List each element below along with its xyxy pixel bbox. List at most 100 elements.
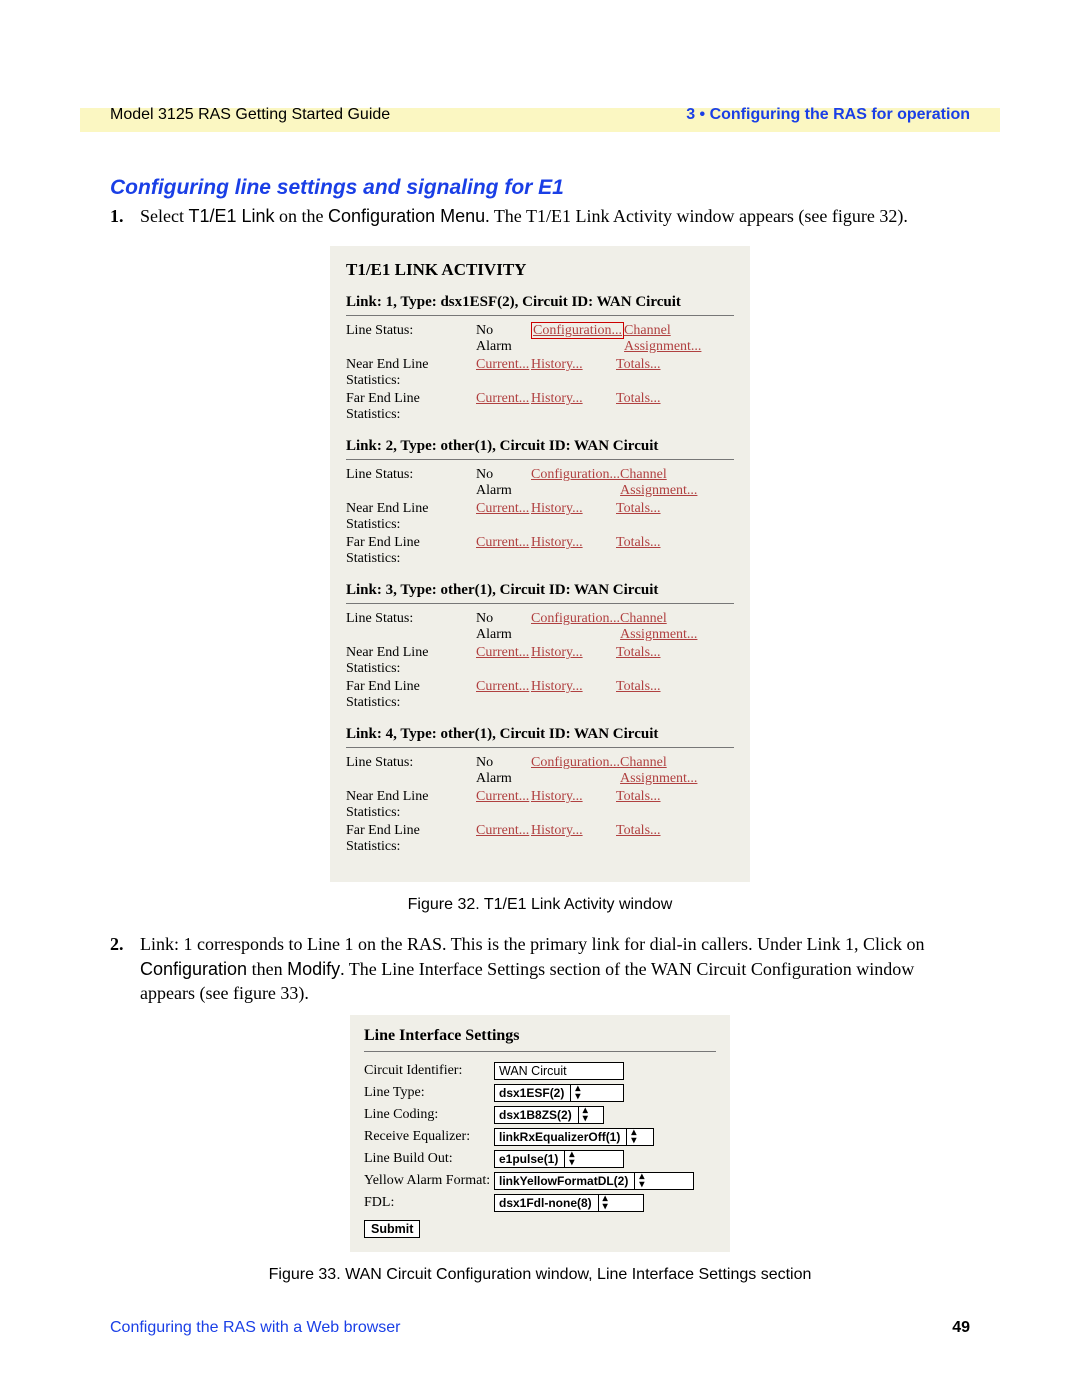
body-text: 1. Select T1/E1 Link on the Configuratio… — [110, 204, 970, 228]
link-block-heading: Link: 4, Type: other(1), Circuit ID: WAN… — [346, 726, 734, 748]
current-link[interactable]: Current... — [476, 679, 529, 694]
figure-32-wrap: T1/E1 LINK ACTIVITY Link: 1, Type: dsx1E… — [110, 246, 970, 882]
current-link[interactable]: Current... — [476, 645, 529, 660]
document-page: Model 3125 RAS Getting Started Guide 3 •… — [0, 0, 1080, 1397]
line-status-row: Line Status:No AlarmConfiguration...Chan… — [346, 610, 734, 644]
row-label: Near End Line Statistics: — [346, 789, 476, 821]
row-label: Near End Line Statistics: — [346, 645, 476, 677]
receive-equalizer-select[interactable]: linkRxEqualizerOff(1) ▴▾ — [494, 1128, 654, 1146]
history-link[interactable]: History... — [531, 789, 583, 804]
totals-link[interactable]: Totals... — [616, 789, 661, 804]
field-line-type: Line Type: dsx1ESF(2) ▴▾ — [364, 1082, 716, 1104]
history-link[interactable]: History... — [531, 645, 583, 660]
line-status-value: No Alarm — [476, 323, 531, 355]
current-link[interactable]: Current... — [476, 357, 529, 372]
line-status-row: Line Status:No AlarmConfiguration...Chan… — [346, 466, 734, 500]
totals-link[interactable]: Totals... — [616, 679, 661, 694]
link-block-heading: Link: 1, Type: dsx1ESF(2), Circuit ID: W… — [346, 294, 734, 316]
menu-ref: Configuration Menu — [328, 206, 485, 226]
configuration-link[interactable]: Configuration... — [531, 611, 620, 626]
field-receive-equalizer: Receive Equalizer: linkRxEqualizerOff(1)… — [364, 1126, 716, 1148]
channel-assignment-link[interactable]: Channel Assignment... — [620, 467, 697, 498]
current-link[interactable]: Current... — [476, 823, 529, 838]
totals-link[interactable]: Totals... — [616, 501, 661, 516]
current-link[interactable]: Current... — [476, 501, 529, 516]
page-footer: Configuring the RAS with a Web browser 4… — [110, 1319, 970, 1337]
select-arrows-icon: ▴▾ — [570, 1085, 580, 1101]
field-yellow-alarm-format: Yellow Alarm Format: linkYellowFormatDL(… — [364, 1170, 716, 1192]
line-status-row: Line Status:No AlarmConfiguration...Chan… — [346, 754, 734, 788]
link-block-4: Link: 4, Type: other(1), Circuit ID: WAN… — [346, 726, 734, 856]
configuration-link[interactable]: Configuration... — [531, 322, 624, 339]
fdl-select[interactable]: dsx1Fdl-none(8) ▴▾ — [494, 1194, 644, 1212]
totals-link[interactable]: Totals... — [616, 535, 661, 550]
row-label: Far End Line Statistics: — [346, 535, 476, 567]
row-label: Line Status: — [346, 755, 476, 771]
line-interface-settings-panel: Line Interface Settings Circuit Identifi… — [350, 1015, 730, 1252]
field-fdl: FDL: dsx1Fdl-none(8) ▴▾ — [364, 1192, 716, 1214]
field-circuit-identifier: Circuit Identifier: — [364, 1060, 716, 1082]
current-link[interactable]: Current... — [476, 535, 529, 550]
link-block-1: Link: 1, Type: dsx1ESF(2), Circuit ID: W… — [346, 294, 734, 424]
channel-assignment-link[interactable]: Channel Assignment... — [624, 323, 701, 354]
footer-section: Configuring the RAS with a Web browser — [110, 1319, 401, 1337]
circuit-identifier-input[interactable] — [494, 1062, 624, 1080]
totals-link[interactable]: Totals... — [616, 391, 661, 406]
link-block-2: Link: 2, Type: other(1), Circuit ID: WAN… — [346, 438, 734, 568]
configuration-link[interactable]: Configuration... — [531, 467, 620, 482]
far-end-stats-row: Far End Line Statistics:Current...Histor… — [346, 822, 734, 856]
row-label: Line Status: — [346, 323, 476, 339]
line-status-row: Line Status:No AlarmConfiguration...Chan… — [346, 322, 734, 356]
near-end-stats-row: Near End Line Statistics:Current...Histo… — [346, 644, 734, 678]
figure-32-caption: Figure 32. T1/E1 Link Activity window — [110, 896, 970, 914]
panel-title: Line Interface Settings — [364, 1027, 716, 1052]
link-block-heading: Link: 3, Type: other(1), Circuit ID: WAN… — [346, 582, 734, 604]
body-text: 2. Link: 1 corresponds to Line 1 on the … — [110, 932, 970, 1005]
select-arrows-icon: ▴▾ — [598, 1195, 608, 1211]
section-heading: Configuring line settings and signaling … — [110, 176, 970, 200]
ui-ref: Configuration — [140, 959, 247, 979]
line-status-value: No Alarm — [476, 611, 531, 643]
field-label: Circuit Identifier: — [364, 1063, 494, 1079]
line-build-out-select[interactable]: e1pulse(1) ▴▾ — [494, 1150, 624, 1168]
step-text: Link: 1 corresponds to Line 1 on the RAS… — [140, 932, 970, 1005]
history-link[interactable]: History... — [531, 357, 583, 372]
submit-button[interactable]: Submit — [364, 1220, 420, 1238]
configuration-link[interactable]: Configuration... — [531, 755, 620, 770]
header-doc-title: Model 3125 RAS Getting Started Guide — [110, 106, 390, 124]
far-end-stats-row: Far End Line Statistics:Current...Histor… — [346, 678, 734, 712]
field-line-coding: Line Coding: dsx1B8ZS(2) ▴▾ — [364, 1104, 716, 1126]
far-end-stats-row: Far End Line Statistics:Current...Histor… — [346, 390, 734, 424]
channel-assignment-link[interactable]: Channel Assignment... — [620, 755, 697, 786]
history-link[interactable]: History... — [531, 679, 583, 694]
history-link[interactable]: History... — [531, 823, 583, 838]
field-label: FDL: — [364, 1195, 494, 1211]
step-1: 1. Select T1/E1 Link on the Configuratio… — [110, 204, 970, 228]
current-link[interactable]: Current... — [476, 789, 529, 804]
far-end-stats-row: Far End Line Statistics:Current...Histor… — [346, 534, 734, 568]
totals-link[interactable]: Totals... — [616, 357, 661, 372]
field-line-build-out: Line Build Out: e1pulse(1) ▴▾ — [364, 1148, 716, 1170]
line-status-value: No Alarm — [476, 467, 531, 499]
row-label: Far End Line Statistics: — [346, 823, 476, 855]
select-arrows-icon: ▴▾ — [578, 1107, 588, 1123]
history-link[interactable]: History... — [531, 391, 583, 406]
history-link[interactable]: History... — [531, 501, 583, 516]
figure-33-wrap: Line Interface Settings Circuit Identifi… — [110, 1015, 970, 1252]
link-block-3: Link: 3, Type: other(1), Circuit ID: WAN… — [346, 582, 734, 712]
current-link[interactable]: Current... — [476, 391, 529, 406]
step-number: 2. — [110, 932, 140, 1005]
step-text: Select T1/E1 Link on the Configuration M… — [140, 204, 970, 228]
near-end-stats-row: Near End Line Statistics:Current...Histo… — [346, 500, 734, 534]
ui-ref: Modify — [287, 959, 340, 979]
near-end-stats-row: Near End Line Statistics:Current...Histo… — [346, 788, 734, 822]
line-type-select[interactable]: dsx1ESF(2) ▴▾ — [494, 1084, 624, 1102]
line-coding-select[interactable]: dsx1B8ZS(2) ▴▾ — [494, 1106, 604, 1124]
row-label: Near End Line Statistics: — [346, 357, 476, 389]
channel-assignment-link[interactable]: Channel Assignment... — [620, 611, 697, 642]
totals-link[interactable]: Totals... — [616, 645, 661, 660]
yellow-alarm-format-select[interactable]: linkYellowFormatDL(2) ▴▾ — [494, 1172, 694, 1190]
totals-link[interactable]: Totals... — [616, 823, 661, 838]
select-arrows-icon: ▴▾ — [626, 1129, 636, 1145]
history-link[interactable]: History... — [531, 535, 583, 550]
